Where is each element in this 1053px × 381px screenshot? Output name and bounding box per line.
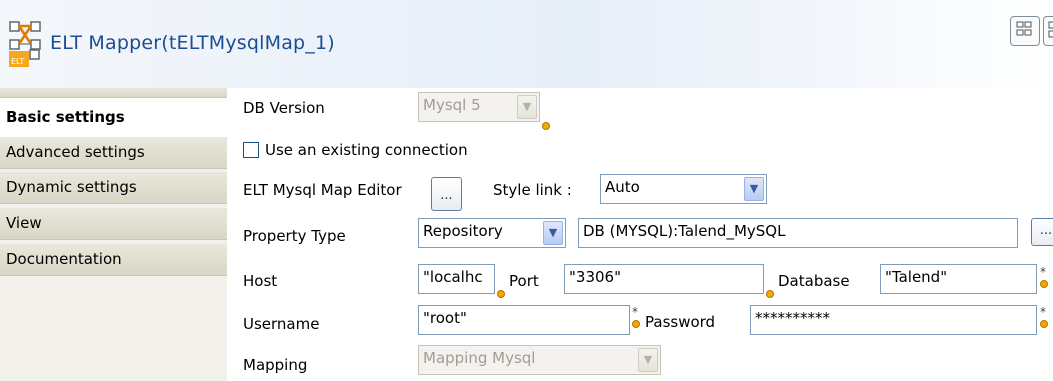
use-existing-connection-label: Use an existing connection	[265, 141, 468, 159]
chevron-down-icon: ▼	[744, 177, 764, 201]
port-value: "3306"	[569, 268, 621, 286]
password-value: **********	[755, 309, 830, 327]
lightbulb-icon	[1040, 280, 1048, 288]
style-link-value: Auto	[605, 178, 640, 196]
tab-advanced-settings[interactable]: Advanced settings	[0, 137, 227, 169]
repository-browse-button[interactable]: ...	[1031, 218, 1053, 246]
mapping-select: Mapping Mysql ▼	[418, 345, 661, 375]
host-label: Host	[243, 272, 278, 290]
password-label: Password	[645, 313, 716, 331]
mapping-label: Mapping	[243, 356, 308, 374]
lightbulb-icon	[766, 290, 774, 298]
required-star-icon: *	[632, 305, 638, 319]
required-star-icon: *	[1040, 305, 1046, 319]
database-value: "Talend"	[885, 268, 948, 286]
property-type-label: Property Type	[243, 227, 346, 245]
chevron-down-icon: ▼	[517, 95, 537, 119]
password-field[interactable]: **********	[750, 305, 1037, 335]
db-version-value: Mysql 5	[423, 96, 481, 114]
tab-basic-settings[interactable]: Basic settings	[0, 98, 227, 137]
repository-connection-value: DB (MYSQL):Talend_MySQL	[583, 222, 786, 240]
lightbulb-icon	[1040, 320, 1048, 328]
svg-text:ELT: ELT	[11, 57, 24, 66]
property-type-value: Repository	[423, 222, 503, 240]
port-label: Port	[509, 272, 539, 290]
repository-connection-field[interactable]: DB (MYSQL):Talend_MySQL	[578, 218, 1018, 248]
chevron-down-icon: ▼	[638, 348, 658, 372]
component-header: ELT ELT Mapper(tELTMysqlMap_1)	[0, 0, 1053, 88]
elt-mapper-icon: ELT	[9, 21, 41, 67]
required-star-icon: *	[1040, 265, 1046, 279]
tab-view[interactable]: View	[0, 208, 227, 240]
settings-tabs: Basic settings Advanced settings Dynamic…	[0, 88, 227, 381]
grid-layout-icon	[1016, 21, 1032, 36]
mapping-value: Mapping Mysql	[423, 349, 536, 367]
map-editor-label: ELT Mysql Map Editor	[243, 181, 402, 199]
port-field[interactable]: "3306"	[564, 264, 764, 294]
list-layout-icon	[1048, 21, 1053, 38]
lightbulb-icon	[632, 320, 640, 328]
database-label: Database	[778, 272, 850, 290]
open-map-editor-button[interactable]: ...	[431, 177, 462, 211]
property-type-select[interactable]: Repository ▼	[418, 218, 566, 248]
username-value: "root"	[423, 309, 467, 327]
style-link-select[interactable]: Auto ▼	[600, 174, 767, 204]
database-field[interactable]: "Talend"	[880, 264, 1037, 294]
username-label: Username	[243, 315, 320, 333]
tab-spacer	[0, 88, 227, 98]
host-field[interactable]: "localhc	[418, 264, 495, 294]
lightbulb-icon	[542, 122, 550, 130]
tab-dynamic-settings[interactable]: Dynamic settings	[0, 172, 227, 204]
username-field[interactable]: "root"	[418, 305, 630, 335]
use-existing-connection-checkbox[interactable]	[243, 142, 259, 158]
list-view-button[interactable]	[1043, 16, 1053, 46]
lightbulb-icon	[497, 290, 505, 298]
style-link-label: Style link :	[493, 181, 572, 199]
tab-documentation[interactable]: Documentation	[0, 244, 227, 276]
chevron-down-icon: ▼	[543, 221, 563, 245]
host-value: "localhc	[423, 268, 483, 286]
db-version-select: Mysql 5 ▼	[418, 92, 540, 122]
page-title: ELT Mapper(tELTMysqlMap_1)	[50, 32, 335, 54]
layout-view-button[interactable]	[1010, 16, 1040, 46]
db-version-label: DB Version	[243, 99, 325, 117]
